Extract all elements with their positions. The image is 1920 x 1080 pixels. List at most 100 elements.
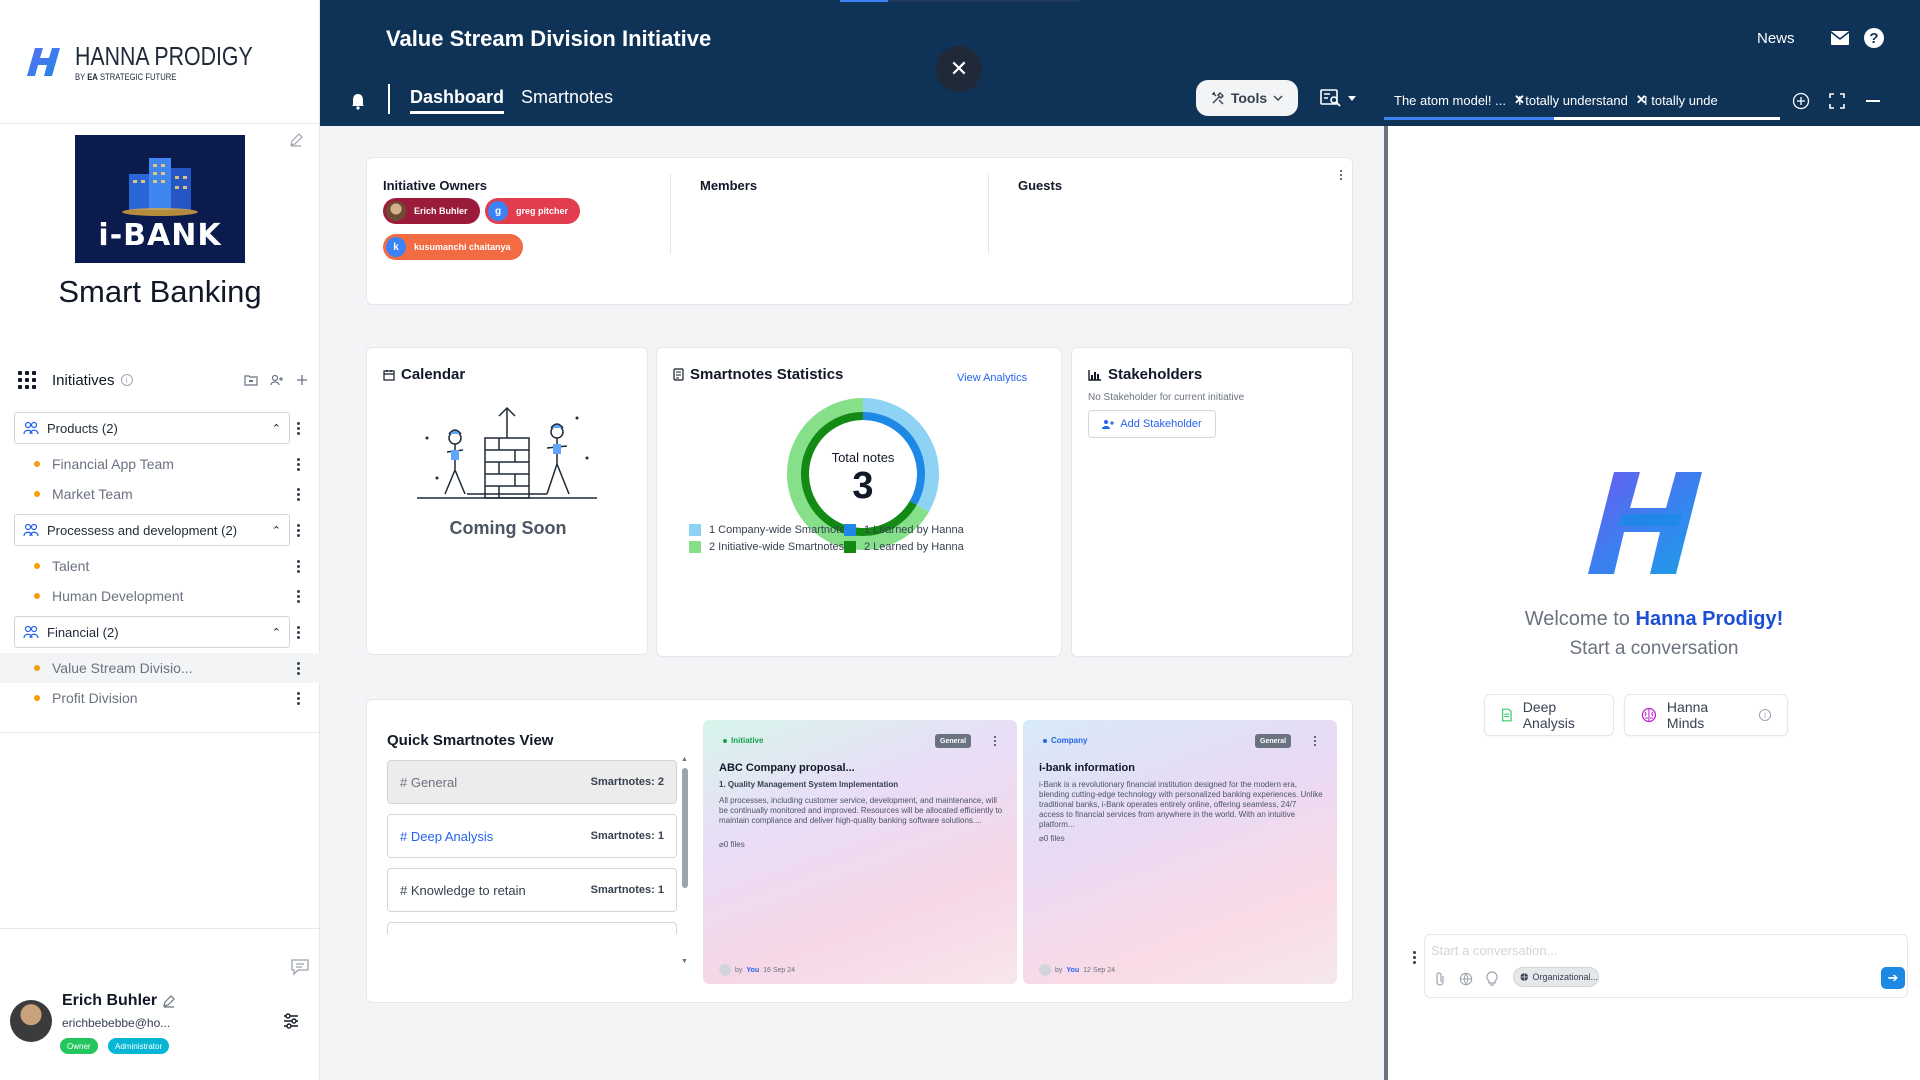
info-icon[interactable]: i xyxy=(1759,709,1771,721)
legend-swatch xyxy=(844,524,856,536)
owner-chip[interactable]: g greg pitcher xyxy=(485,198,581,224)
initiative-item-active[interactable]: Value Stream Divisio... xyxy=(0,653,320,683)
initiative-item[interactable]: Human Development xyxy=(0,581,320,611)
deep-analysis-button[interactable]: Deep Analysis xyxy=(1484,694,1614,736)
add-user-icon[interactable] xyxy=(270,374,284,386)
lightbulb-icon[interactable] xyxy=(1485,971,1499,987)
legend-item: 1 Company-wide Smartnotes xyxy=(689,524,851,536)
initiatives-header: Initiatives i xyxy=(18,370,308,390)
owner-chip[interactable]: Erich Buhler xyxy=(383,198,480,224)
calendar-icon xyxy=(383,369,395,381)
group-products[interactable]: Products (2) ⌃ xyxy=(14,412,290,444)
chat-input-placeholder[interactable]: Start a conversation... xyxy=(1431,943,1557,958)
info-icon[interactable]: i xyxy=(120,374,133,386)
calendar-card: Calendar Coming Soon xyxy=(366,347,648,655)
card-menu-icon[interactable] xyxy=(1337,168,1345,182)
item-menu-icon[interactable] xyxy=(292,557,304,575)
loading-indicator xyxy=(840,0,1080,2)
initiative-item[interactable]: Talent xyxy=(0,551,320,581)
note-menu-icon[interactable] xyxy=(991,734,999,748)
topic-item-partial[interactable] xyxy=(387,922,677,934)
chevron-up-icon[interactable]: ⌃ xyxy=(272,524,281,537)
group-menu-icon[interactable] xyxy=(292,521,304,539)
view-selector[interactable] xyxy=(1320,88,1362,108)
conversation-tab[interactable]: The atom model! ... ✕ xyxy=(1394,88,1525,112)
chevron-up-icon[interactable]: ⌃ xyxy=(272,626,281,639)
add-stakeholder-button[interactable]: Add Stakeholder xyxy=(1088,410,1216,438)
group-menu-icon[interactable] xyxy=(292,623,304,641)
tools-dropdown[interactable]: Tools xyxy=(1196,80,1298,116)
guests-title: Guests xyxy=(1018,178,1063,193)
item-menu-icon[interactable] xyxy=(292,455,304,473)
view-analytics-link[interactable]: View Analytics xyxy=(957,372,1027,384)
close-button[interactable]: ✕ xyxy=(936,46,982,92)
help-icon[interactable]: ? xyxy=(1864,28,1884,48)
group-processes[interactable]: Processess and development (2) ⌃ xyxy=(14,514,290,546)
page-title: Value Stream Division Initiative xyxy=(386,26,712,51)
hanna-logo-icon xyxy=(27,47,61,76)
owners-card: Initiative Owners Members Guests Erich B… xyxy=(366,157,1353,305)
add-circle-icon[interactable] xyxy=(1792,92,1810,110)
smartnote-card[interactable]: Company General i-bank information i-Ban… xyxy=(1023,720,1337,984)
chat-options-icon[interactable] xyxy=(1408,948,1420,966)
plus-icon[interactable] xyxy=(296,374,308,386)
bar-chart-icon xyxy=(1088,369,1101,381)
feedback-chat-icon[interactable] xyxy=(290,958,310,976)
avatar[interactable] xyxy=(10,1000,52,1042)
item-menu-icon[interactable] xyxy=(292,659,304,677)
group-financial[interactable]: Financial (2) ⌃ xyxy=(14,616,290,648)
attach-icon[interactable] xyxy=(1433,971,1447,987)
group-label: Processess and development (2) xyxy=(47,522,238,538)
send-button[interactable]: ➔ xyxy=(1881,967,1905,989)
note-title: ABC Company proposal... xyxy=(719,762,855,774)
item-menu-icon[interactable] xyxy=(292,689,304,707)
chevron-up-icon[interactable]: ⌃ xyxy=(272,422,281,435)
welcome-text: Welcome to Hanna Prodigy! xyxy=(1524,608,1784,630)
globe-icon[interactable] xyxy=(1459,971,1473,987)
news-link[interactable]: News xyxy=(1757,30,1795,47)
edit-org-icon[interactable] xyxy=(288,132,304,148)
note-body: i-Bank is a revolutionary financial inst… xyxy=(1039,780,1323,829)
topic-item[interactable]: # Deep Analysis Smartnotes: 1 xyxy=(387,814,677,858)
fullscreen-icon[interactable] xyxy=(1828,92,1846,110)
edit-profile-icon[interactable] xyxy=(162,994,176,1008)
conversation-tab[interactable]: I totally understand ✕ xyxy=(1518,88,1647,112)
mail-icon[interactable] xyxy=(1830,30,1850,46)
topic-item[interactable]: # General Smartnotes: 2 xyxy=(387,760,677,804)
owner-chip[interactable]: k kusumanchi chaitanya xyxy=(383,234,523,260)
avatar-initial: k xyxy=(386,237,406,257)
settings-sliders-icon[interactable] xyxy=(282,1012,300,1030)
group-label: Products (2) xyxy=(47,420,118,436)
group-menu-icon[interactable] xyxy=(292,419,304,437)
tabs-scrollbar[interactable] xyxy=(1384,117,1780,120)
tab-smartnotes[interactable]: Smartnotes xyxy=(521,87,613,108)
hanna-minds-button[interactable]: Hanna Minds i xyxy=(1624,694,1788,736)
org-logo-text: i-BANK xyxy=(98,218,222,253)
initiative-item[interactable]: Market Team xyxy=(0,479,320,509)
bell-icon[interactable] xyxy=(350,92,366,110)
brand-logo[interactable]: HANNA PRODIGY BY EA STRATEGIC FUTURE xyxy=(0,0,319,124)
context-selector[interactable]: Organizational... xyxy=(1513,967,1599,987)
dashboard-main: Initiative Owners Members Guests Erich B… xyxy=(320,126,1384,1056)
conversation-tab[interactable]: I totally unde xyxy=(1644,88,1718,112)
initiative-item[interactable]: Financial App Team xyxy=(0,449,320,479)
chat-composer[interactable]: Start a conversation... Organizational..… xyxy=(1424,934,1908,998)
topics-scrollbar[interactable]: ▲ ▼ xyxy=(681,756,689,966)
tab-dashboard[interactable]: Dashboard xyxy=(410,87,505,114)
smartnote-card[interactable]: Initiative General ABC Company proposal.… xyxy=(703,720,1017,984)
item-menu-icon[interactable] xyxy=(292,485,304,503)
people-icon xyxy=(23,421,39,435)
minimize-icon[interactable] xyxy=(1864,92,1882,110)
item-menu-icon[interactable] xyxy=(292,587,304,605)
note-menu-icon[interactable] xyxy=(1311,734,1319,748)
org-name: Smart Banking xyxy=(58,274,262,309)
folder-icon[interactable] xyxy=(244,374,258,386)
user-email: erichbebebbe@ho... xyxy=(62,1016,171,1030)
add-user-icon xyxy=(1102,420,1115,429)
initiative-item[interactable]: Profit Division xyxy=(0,683,320,713)
user-name: Erich Buhler xyxy=(62,992,158,1009)
stakeholders-empty-text: No Stakeholder for current initiative xyxy=(1088,392,1245,403)
apps-grid-icon[interactable] xyxy=(18,371,36,389)
legend-item: 2 Initiative-wide Smartnotes xyxy=(689,541,844,553)
topic-item[interactable]: # Knowledge to retain Smartnotes: 1 xyxy=(387,868,677,912)
